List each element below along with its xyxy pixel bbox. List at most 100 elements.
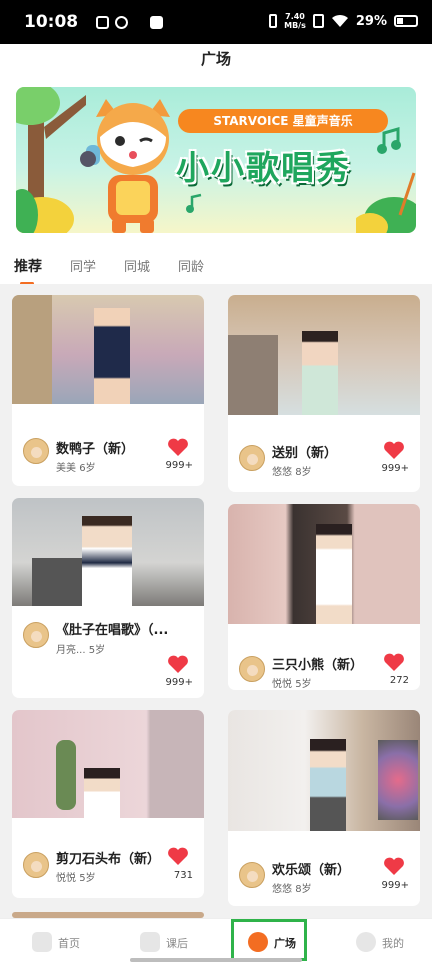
like-count: 999+ xyxy=(165,677,193,688)
like-count: 999+ xyxy=(165,460,193,471)
promo-banner[interactable]: STARVOICE 星童声音乐 小小歌唱秀 xyxy=(16,87,416,233)
heart-icon[interactable] xyxy=(167,654,189,674)
after-class-icon xyxy=(140,932,160,952)
heart-icon[interactable] xyxy=(383,440,405,460)
video-thumbnail[interactable] xyxy=(228,504,420,624)
video-card[interactable]: 三只小熊（新） 悦悦 5岁 272 xyxy=(228,504,420,690)
song-title: 数鸭子（新） xyxy=(56,442,135,457)
tab-plaza[interactable]: 广场 xyxy=(231,919,307,961)
author-name: 美美 xyxy=(56,463,76,474)
page-title: 广场 xyxy=(0,44,432,74)
wifi-icon xyxy=(331,14,348,27)
avatar xyxy=(239,862,265,888)
status-bar: 10:08 7.40 MB/s 29% xyxy=(0,0,432,44)
song-title: 欢乐颂（新） xyxy=(272,863,351,878)
tab-classmates[interactable]: 同学 xyxy=(70,256,96,275)
song-title: 三只小熊（新） xyxy=(272,658,364,673)
music-note-icon xyxy=(186,193,202,213)
author-name: 悠悠 xyxy=(272,467,292,478)
battery-percent: 29% xyxy=(355,13,387,29)
like-count: 272 xyxy=(389,675,409,686)
author-info: 悠悠 8岁 xyxy=(272,463,312,478)
card-info: 欢乐颂（新） 悠悠 8岁 999+ xyxy=(228,831,420,906)
plaza-icon xyxy=(248,932,268,952)
tab-same-city[interactable]: 同城 xyxy=(124,256,150,275)
video-card[interactable]: 欢乐颂（新） 悠悠 8岁 999+ xyxy=(228,710,420,906)
song-title: 《肚子在唱歌》（... xyxy=(56,623,169,638)
video-thumbnail[interactable] xyxy=(228,710,420,831)
tab-label: 课后 xyxy=(166,937,188,950)
heart-icon[interactable] xyxy=(383,652,405,672)
tab-profile[interactable]: 我的 xyxy=(332,919,432,964)
author-name: 悠悠 xyxy=(272,884,292,895)
notification-icon xyxy=(150,16,163,29)
profile-icon xyxy=(356,932,376,952)
child-figure xyxy=(316,524,352,624)
video-thumbnail[interactable] xyxy=(12,710,204,818)
home-icon xyxy=(32,932,52,952)
heart-icon[interactable] xyxy=(167,846,189,866)
like-count: 999+ xyxy=(381,880,409,891)
child-figure xyxy=(302,331,338,415)
card-info: 数鸭子（新） 美美 6岁 999+ xyxy=(12,404,204,486)
card-info: 《肚子在唱歌》（... 月亮... 5岁 999+ xyxy=(12,606,204,688)
battery-icon xyxy=(394,15,418,27)
video-thumbnail[interactable] xyxy=(228,295,420,415)
author-info: 月亮... 5岁 xyxy=(56,641,105,656)
vibrate-icon xyxy=(269,14,278,28)
card-info: 剪刀石头布（新） 悦悦 5岁 731 xyxy=(12,818,204,898)
home-indicator[interactable] xyxy=(130,958,302,962)
status-right: 7.40 MB/s 29% xyxy=(269,12,418,30)
tiktok-icon xyxy=(134,16,144,29)
author-age: 5岁 xyxy=(88,645,106,656)
avatar xyxy=(23,438,49,464)
video-card[interactable]: 剪刀石头布（新） 悦悦 5岁 731 xyxy=(12,710,204,898)
tab-label: 我的 xyxy=(382,937,404,950)
tab-home[interactable]: 首页 xyxy=(8,919,116,964)
notification-icon xyxy=(96,16,109,29)
heart-icon[interactable] xyxy=(383,856,405,876)
author-info: 悦悦 5岁 xyxy=(56,869,96,884)
author-age: 5岁 xyxy=(295,679,312,690)
child-figure xyxy=(82,516,132,606)
author-name: 悦悦 xyxy=(272,679,292,690)
status-time: 10:08 xyxy=(24,12,79,32)
notification-icons xyxy=(96,16,163,29)
like-count: 999+ xyxy=(381,463,409,474)
tree-illustration xyxy=(16,87,86,233)
banner-section: STARVOICE 星童声音乐 小小歌唱秀 xyxy=(0,74,432,244)
author-age: 8岁 xyxy=(295,884,312,895)
music-note-icon xyxy=(377,127,401,154)
video-card[interactable]: 《肚子在唱歌》（... 月亮... 5岁 999+ xyxy=(12,498,204,698)
tab-label: 广场 xyxy=(274,937,296,950)
video-feed: 数鸭子（新） 美美 6岁 999+ 送别（新） 悠悠 8岁 999+ 《肚子在唱… xyxy=(0,284,432,918)
author-age: 8岁 xyxy=(295,467,312,478)
author-info: 美美 6岁 xyxy=(56,459,96,474)
video-thumbnail[interactable] xyxy=(12,498,204,606)
author-name: 悦悦 xyxy=(56,873,76,884)
video-card[interactable]: 数鸭子（新） 美美 6岁 999+ xyxy=(12,295,204,486)
brand-pill: STARVOICE 星童声音乐 xyxy=(178,109,388,133)
speed-unit: MB/s xyxy=(284,21,306,30)
author-info: 悠悠 8岁 xyxy=(272,880,312,895)
author-age: 6岁 xyxy=(79,463,96,474)
plant-illustration xyxy=(356,172,416,233)
avatar xyxy=(239,656,265,682)
tab-same-age[interactable]: 同龄 xyxy=(178,256,204,275)
speed-value: 7.40 xyxy=(285,12,305,21)
avatar xyxy=(23,622,49,648)
author-info: 悦悦 5岁 xyxy=(272,675,312,690)
category-tabs: 推荐 同学 同城 同龄 xyxy=(0,244,432,285)
no-sim-icon xyxy=(312,14,324,28)
song-title: 送别（新） xyxy=(272,446,338,461)
child-figure xyxy=(310,739,346,831)
video-card[interactable]: 送别（新） 悠悠 8岁 999+ xyxy=(228,295,420,492)
video-thumbnail[interactable] xyxy=(12,295,204,404)
like-count: 731 xyxy=(173,870,193,881)
song-title: 剪刀石头布（新） xyxy=(56,852,161,867)
tab-recommended[interactable]: 推荐 xyxy=(14,256,42,285)
card-info: 送别（新） 悠悠 8岁 999+ xyxy=(228,415,420,492)
avatar xyxy=(23,852,49,878)
child-figure xyxy=(94,308,130,404)
heart-icon[interactable] xyxy=(167,437,189,457)
